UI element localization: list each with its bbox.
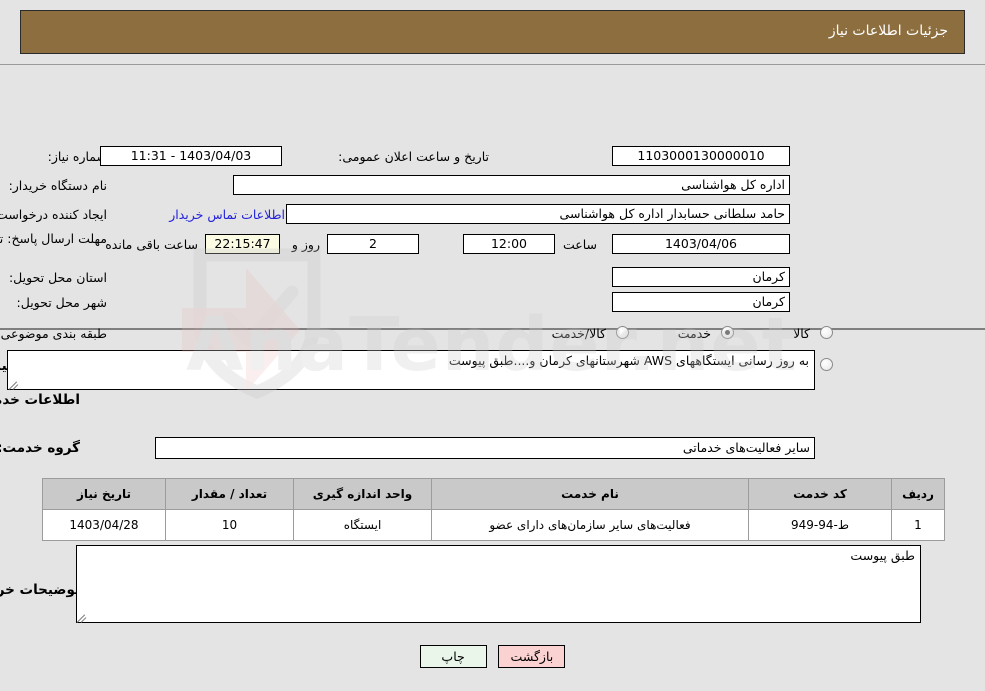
deadline-date-value: 1403/04/06 bbox=[612, 234, 790, 254]
countdown-label: ساعت باقی مانده bbox=[105, 237, 198, 252]
back-button[interactable]: بازگشت bbox=[498, 645, 566, 668]
need-summary-panel: شماره نیاز: 1103000130000010 تاریخ و ساع… bbox=[0, 64, 985, 373]
buyer-organization-label: نام دستگاه خریدار: bbox=[8, 178, 107, 193]
service-group-label: گروه خدمت: bbox=[0, 440, 80, 456]
need-number-label: شماره نیاز: bbox=[47, 149, 107, 164]
buyer-notes-textarea[interactable] bbox=[76, 545, 921, 623]
deadline-hour-value: 12:00 bbox=[463, 234, 555, 254]
need-details-body: شرح کلی نیاز: اطلاعات خدمات مورد نیاز گر… bbox=[0, 330, 985, 691]
th-row-no: ردیف bbox=[891, 478, 945, 510]
cell-service-code: ط-94-949 bbox=[748, 509, 892, 541]
th-unit: واحد اندازه گیری bbox=[293, 478, 432, 510]
service-group-value: سایر فعالیت‌های خدماتی bbox=[155, 437, 815, 459]
remaining-days-value: 2 bbox=[327, 234, 419, 254]
buyer-contact-link[interactable]: اطلاعات تماس خریدار bbox=[169, 207, 285, 222]
action-button-row: بازگشت چاپ bbox=[0, 645, 985, 668]
services-section-heading: اطلاعات خدمات مورد نیاز bbox=[0, 392, 80, 408]
hour-label: ساعت bbox=[562, 237, 597, 252]
page-header-bar: جزئیات اطلاعات نیاز bbox=[20, 10, 965, 54]
days-and-label: روز و bbox=[291, 237, 320, 252]
need-description-textarea[interactable] bbox=[7, 350, 815, 390]
buyer-organization-value: اداره کل هواشناسی bbox=[233, 175, 790, 195]
delivery-city-label: شهر محل تحویل: bbox=[16, 295, 107, 310]
print-button[interactable]: چاپ bbox=[419, 645, 487, 668]
table-header-row: ردیف کد خدمت نام خدمت واحد اندازه گیری ت… bbox=[42, 478, 945, 510]
request-creator-label: ایجاد کننده درخواست: bbox=[0, 207, 107, 222]
page-title: جزئیات اطلاعات نیاز bbox=[828, 23, 948, 39]
delivery-province-label: استان محل تحویل: bbox=[8, 270, 107, 285]
cell-service-name: فعالیت‌های سایر سازمان‌های دارای عضو bbox=[431, 509, 749, 541]
need-number-value: 1103000130000010 bbox=[612, 146, 790, 166]
response-deadline-label: مهلت ارسال پاسخ: تا تاریخ: bbox=[0, 231, 107, 246]
announcement-datetime-label: تاریخ و ساعت اعلان عمومی: bbox=[338, 149, 489, 164]
cell-unit: ایستگاه bbox=[293, 509, 432, 541]
request-creator-value: حامد سلطانی حسابدار اداره کل هواشناسی bbox=[286, 204, 790, 224]
th-quantity: تعداد / مقدار bbox=[165, 478, 294, 510]
cell-need-date: 1403/04/28 bbox=[42, 509, 166, 541]
cell-row-no: 1 bbox=[891, 509, 945, 541]
delivery-province-value: کرمان bbox=[612, 267, 790, 287]
cell-quantity: 10 bbox=[165, 509, 294, 541]
service-items-table: ردیف کد خدمت نام خدمت واحد اندازه گیری ت… bbox=[42, 478, 945, 541]
countdown-timer-value: 22:15:47 bbox=[205, 234, 280, 254]
delivery-city-value: کرمان bbox=[612, 292, 790, 312]
table-row: 1 ط-94-949 فعالیت‌های سایر سازمان‌های دا… bbox=[42, 509, 945, 541]
announcement-datetime-value: 1403/04/03 - 11:31 bbox=[100, 146, 282, 166]
th-service-code: کد خدمت bbox=[748, 478, 892, 510]
th-service-name: نام خدمت bbox=[431, 478, 749, 510]
buyer-notes-label: توضیحات خریدار: bbox=[0, 582, 80, 598]
th-need-date: تاریخ نیاز bbox=[42, 478, 166, 510]
